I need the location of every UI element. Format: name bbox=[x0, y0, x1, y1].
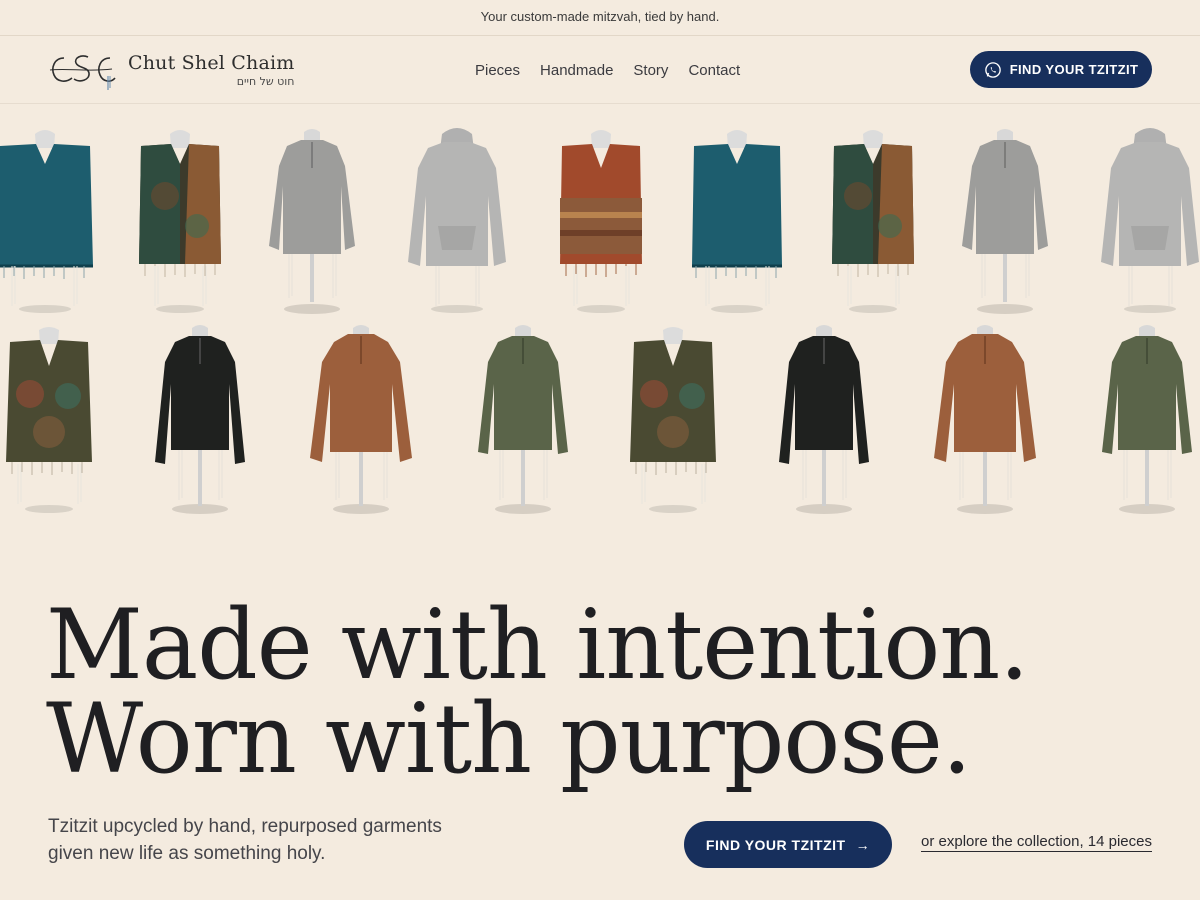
grey-quarter-zip-image bbox=[962, 129, 1048, 314]
hero-headline: Made with intention. Worn with purpose. bbox=[46, 589, 1029, 795]
teal-poncho-image bbox=[692, 130, 782, 313]
paisley-poncho-image bbox=[139, 130, 221, 313]
garment-brown-quarter-zip[interactable] bbox=[306, 324, 416, 519]
announcement-text: Your custom-made mitzvah, tied by hand. bbox=[480, 9, 720, 24]
garment-grey-quarter-zip[interactable] bbox=[257, 126, 367, 321]
garment-brown-quarter-zip[interactable] bbox=[930, 324, 1040, 519]
site-header: Chut Shel Chaim חוט של חיים Pieces Handm… bbox=[0, 36, 1200, 104]
brown-quarter-zip-image bbox=[310, 325, 412, 514]
hero-subtitle: Tzitzit upcycled by hand, repurposed gar… bbox=[48, 816, 442, 864]
main-nav: Pieces Handmade Story Contact bbox=[475, 36, 740, 104]
paisley-poncho-image bbox=[832, 130, 914, 313]
black-quarter-zip-image bbox=[155, 325, 245, 514]
garment-olive-quarter-zip[interactable] bbox=[1092, 324, 1200, 519]
csc-monogram-icon bbox=[49, 55, 116, 90]
brand-name: Chut Shel Chaim bbox=[128, 52, 295, 74]
hero-cta-label: FIND YOUR TZITZIT bbox=[705, 836, 846, 853]
nav-link-contact[interactable]: Contact bbox=[688, 58, 740, 83]
nav-link-handmade[interactable]: Handmade bbox=[540, 58, 613, 83]
nav-link-story[interactable]: Story bbox=[633, 58, 668, 83]
brand-logo-link[interactable]: Chut Shel Chaim חוט של חיים bbox=[48, 48, 295, 92]
paisley-vest-image bbox=[6, 327, 92, 513]
garment-paisley-vest[interactable] bbox=[0, 324, 104, 519]
grey-hoodie-image bbox=[408, 128, 506, 313]
brand-hebrew-name: חוט של חיים bbox=[236, 75, 295, 88]
garment-grey-hoodie[interactable] bbox=[1095, 126, 1200, 321]
grey-quarter-zip-image bbox=[269, 129, 355, 314]
garment-paisley-poncho[interactable] bbox=[125, 126, 235, 321]
brown-quarter-zip-image bbox=[934, 325, 1036, 514]
garment-black-quarter-zip[interactable] bbox=[769, 324, 879, 519]
explore-collection-link[interactable]: or explore the collection, 14 pieces bbox=[921, 833, 1152, 852]
garment-grey-quarter-zip[interactable] bbox=[950, 126, 1060, 321]
garment-black-quarter-zip[interactable] bbox=[145, 324, 255, 519]
nav-link-pieces[interactable]: Pieces bbox=[475, 58, 520, 83]
announcement-bar: Your custom-made mitzvah, tied by hand. bbox=[0, 0, 1200, 36]
header-cta-label: FIND YOUR TZITZIT bbox=[1009, 62, 1139, 77]
rust-paisley-poncho-image bbox=[560, 130, 642, 313]
hero-find-tzitzit-button[interactable]: FIND YOUR TZITZIT → bbox=[684, 821, 892, 868]
garment-gallery bbox=[0, 104, 1200, 534]
arrow-right-icon: → bbox=[855, 836, 871, 853]
paisley-vest-image bbox=[630, 327, 716, 513]
whatsapp-icon bbox=[984, 61, 1001, 78]
hero-headline-line-2: Worn with purpose. bbox=[46, 683, 972, 795]
garment-rust-paisley-poncho[interactable] bbox=[546, 126, 656, 321]
garment-grey-hoodie[interactable] bbox=[402, 126, 512, 321]
olive-quarter-zip-image bbox=[478, 325, 568, 514]
garment-teal-poncho[interactable] bbox=[0, 126, 100, 321]
garment-paisley-vest[interactable] bbox=[618, 324, 728, 519]
garment-teal-poncho[interactable] bbox=[682, 126, 792, 321]
garment-olive-quarter-zip[interactable] bbox=[468, 324, 578, 519]
hero-headline-line-1: Made with intention. bbox=[46, 589, 1029, 701]
teal-poncho-image bbox=[0, 130, 93, 313]
black-quarter-zip-image bbox=[779, 325, 869, 514]
garment-paisley-poncho[interactable] bbox=[818, 126, 928, 321]
header-find-tzitzit-button[interactable]: FIND YOUR TZITZIT bbox=[970, 51, 1152, 88]
grey-hoodie-image bbox=[1101, 128, 1199, 313]
olive-quarter-zip-image bbox=[1102, 325, 1192, 514]
